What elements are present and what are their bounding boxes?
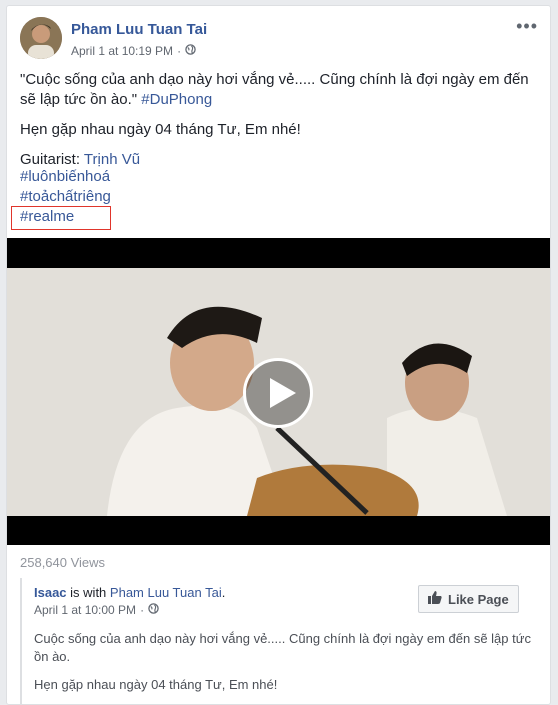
video-player[interactable] (7, 238, 550, 545)
shared-text: Cuộc sống của anh dạo này hơi vắng vẻ...… (34, 630, 534, 704)
thumbs-up-icon (428, 591, 442, 607)
like-page-label: Like Page (448, 591, 509, 607)
shared-author-line: Isaac is with Pham Luu Tuan Tai. (34, 585, 226, 600)
author-name[interactable]: Pham Luu Tuan Tai (71, 21, 207, 38)
post-quote-paragraph: "Cuộc sống của anh dạo này hơi vắng vẻ..… (20, 70, 540, 110)
globe-icon (148, 603, 159, 617)
shared-post: Isaac is with Pham Luu Tuan Tai. April 1… (20, 578, 542, 704)
author-avatar[interactable] (20, 17, 62, 59)
like-page-button[interactable]: Like Page (418, 585, 519, 613)
post-text: "Cuộc sống của anh dạo này hơi vắng vẻ..… (20, 70, 540, 180)
shared-with-user[interactable]: Pham Luu Tuan Tai (110, 585, 222, 600)
hashtag-luonbienhoa[interactable]: #luônbiếnhoá (20, 167, 111, 187)
shared-separator: · (140, 603, 145, 617)
highlight-box (11, 206, 111, 230)
guitarist-link[interactable]: Trịnh Vũ (84, 151, 140, 168)
globe-icon (185, 44, 196, 58)
shared-timestamp[interactable]: April 1 at 10:00 PM (34, 603, 136, 617)
meta-separator: · (177, 44, 182, 58)
view-count: 258,640 Views (20, 555, 106, 570)
post-card: Pham Luu Tuan Tai April 1 at 10:19 PM · … (6, 5, 551, 705)
shared-meta: April 1 at 10:00 PM · (34, 603, 159, 617)
post-meta: April 1 at 10:19 PM · (71, 44, 196, 58)
shared-text-2: Hẹn gặp nhau ngày 04 tháng Tư, Em nhé! (34, 677, 278, 692)
shared-author[interactable]: Isaac (34, 585, 67, 600)
post-quote: "Cuộc sống của anh dạo này hơi vắng vẻ..… (20, 71, 529, 108)
hashtag-toachatrieng[interactable]: #toảchấtriêng (20, 187, 111, 207)
play-icon[interactable] (243, 358, 313, 428)
post-timestamp[interactable]: April 1 at 10:19 PM (71, 44, 173, 58)
hashtag-duphong[interactable]: #DuPhong (141, 91, 212, 108)
post-line2: Hẹn gặp nhau ngày 04 tháng Tư, Em nhé! (20, 121, 301, 138)
shared-text-1: Cuộc sống của anh dạo này hơi vắng vẻ...… (34, 631, 531, 664)
shared-with-text: is with (70, 585, 107, 600)
guitarist-label: Guitarist: (20, 151, 81, 168)
more-options-icon[interactable]: ••• (516, 16, 538, 37)
